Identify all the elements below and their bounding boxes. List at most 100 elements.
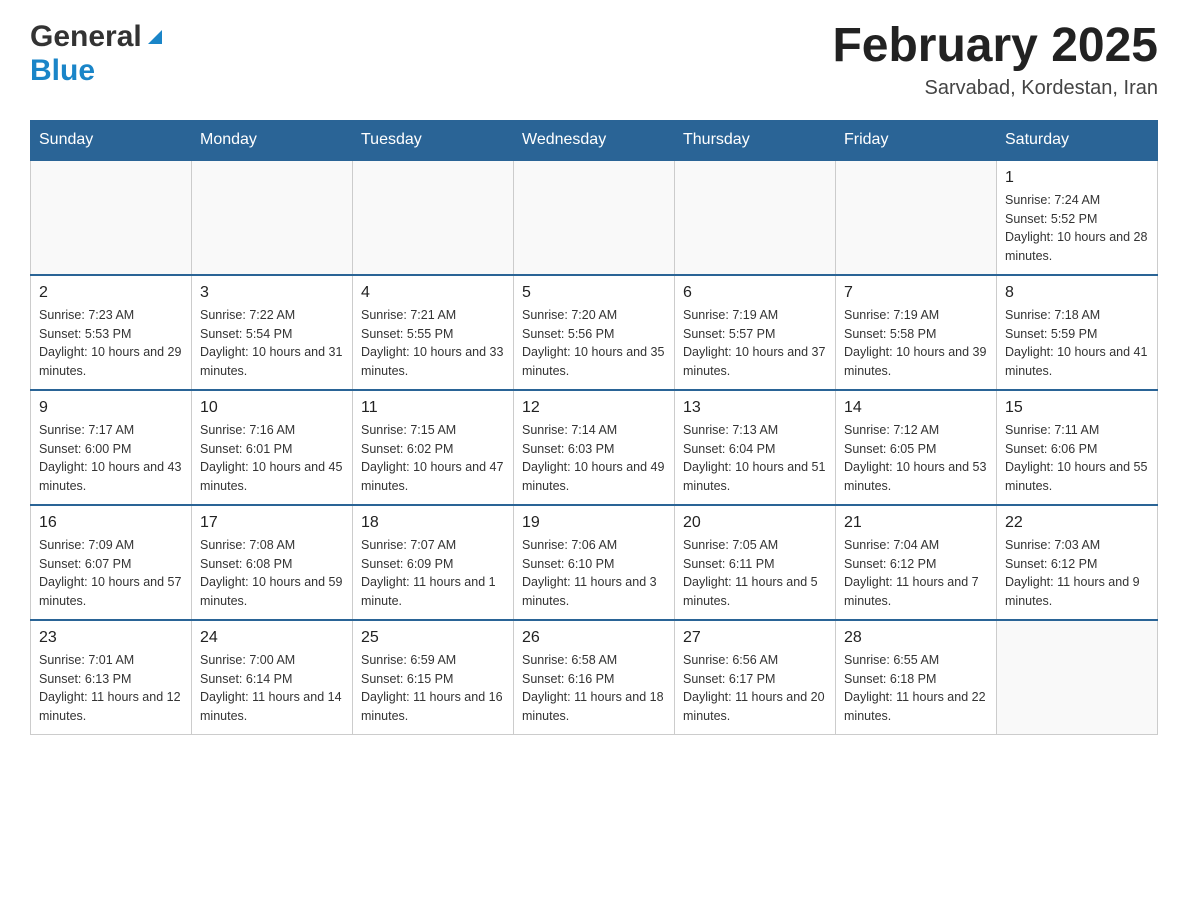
calendar-table: SundayMondayTuesdayWednesdayThursdayFrid…: [30, 120, 1158, 735]
calendar-cell: 14Sunrise: 7:12 AMSunset: 6:05 PMDayligh…: [836, 390, 997, 505]
day-info: Sunrise: 7:20 AMSunset: 5:56 PMDaylight:…: [522, 306, 666, 381]
calendar-cell: 25 Sunrise: 6:59 AMSunset: 6:15 PMDayligh…: [353, 620, 514, 735]
day-info: Sunrise: 7:09 AMSunset: 6:07 PMDaylight:…: [39, 536, 183, 611]
calendar-cell: [997, 620, 1158, 735]
calendar-cell: 8 Sunrise: 7:18 AMSunset: 5:59 PMDaylight…: [997, 275, 1158, 390]
day-number: 3: [200, 284, 344, 302]
day-number: 5: [522, 284, 666, 302]
calendar-cell: 2 Sunrise: 7:23 AMSunset: 5:53 PMDaylight…: [31, 275, 192, 390]
page-header: General Blue February 2025 Sarvabad, Kor…: [30, 20, 1158, 100]
day-number: 24: [200, 629, 344, 647]
calendar-week-row: 1 Sunrise: 7:24 AMSunset: 5:52 PMDaylight…: [31, 160, 1158, 275]
calendar-cell: 26 Sunrise: 6:58 AMSunset: 6:16 PMDayligh…: [514, 620, 675, 735]
calendar-cell: 10 Sunrise: 7:16 AMSunset: 6:01 PMDayligh…: [192, 390, 353, 505]
calendar-week-row: 2 Sunrise: 7:23 AMSunset: 5:53 PMDaylight…: [31, 275, 1158, 390]
day-info: Sunrise: 6:55 AMSunset: 6:18 PMDaylight:…: [844, 651, 988, 726]
day-number: 28: [844, 629, 988, 647]
weekday-header-row: SundayMondayTuesdayWednesdayThursdayFrid…: [31, 120, 1158, 160]
day-number: 21: [844, 514, 988, 532]
day-number: 27: [683, 629, 827, 647]
day-info: Sunrise: 7:16 AMSunset: 6:01 PMDaylight:…: [200, 421, 344, 496]
day-number: 8: [1005, 284, 1149, 302]
day-number: 4: [361, 284, 505, 302]
calendar-cell: 24 Sunrise: 7:00 AMSunset: 6:14 PMDayligh…: [192, 620, 353, 735]
day-number: 9: [39, 399, 183, 417]
day-info: Sunrise: 7:00 AMSunset: 6:14 PMDaylight:…: [200, 651, 344, 726]
day-info: Sunrise: 7:24 AMSunset: 5:52 PMDaylight:…: [1005, 191, 1149, 266]
day-number: 6: [683, 284, 827, 302]
day-info: Sunrise: 7:06 AMSunset: 6:10 PMDaylight:…: [522, 536, 666, 611]
day-number: 14: [844, 399, 988, 417]
day-info: Sunrise: 7:01 AMSunset: 6:13 PMDaylight:…: [39, 651, 183, 726]
logo: General Blue: [30, 20, 162, 88]
day-number: 22: [1005, 514, 1149, 532]
weekday-header-monday: Monday: [192, 120, 353, 160]
day-info: Sunrise: 7:21 AMSunset: 5:55 PMDaylight:…: [361, 306, 505, 381]
calendar-week-row: 16 Sunrise: 7:09 AMSunset: 6:07 PMDayligh…: [31, 505, 1158, 620]
calendar-cell: 3Sunrise: 7:22 AMSunset: 5:54 PMDaylight…: [192, 275, 353, 390]
day-info: Sunrise: 7:18 AMSunset: 5:59 PMDaylight:…: [1005, 306, 1149, 381]
weekday-header-thursday: Thursday: [675, 120, 836, 160]
day-number: 23: [39, 629, 183, 647]
day-number: 25: [361, 629, 505, 647]
day-number: 13: [683, 399, 827, 417]
day-number: 16: [39, 514, 183, 532]
day-number: 26: [522, 629, 666, 647]
day-info: Sunrise: 7:19 AMSunset: 5:58 PMDaylight:…: [844, 306, 988, 381]
day-info: Sunrise: 7:08 AMSunset: 6:08 PMDaylight:…: [200, 536, 344, 611]
calendar-cell: 18Sunrise: 7:07 AMSunset: 6:09 PMDayligh…: [353, 505, 514, 620]
calendar-cell: 17 Sunrise: 7:08 AMSunset: 6:08 PMDayligh…: [192, 505, 353, 620]
logo-triangle-icon: [144, 26, 162, 49]
day-number: 15: [1005, 399, 1149, 417]
day-info: Sunrise: 6:56 AMSunset: 6:17 PMDaylight:…: [683, 651, 827, 726]
day-number: 20: [683, 514, 827, 532]
weekday-header-sunday: Sunday: [31, 120, 192, 160]
calendar-cell: 7 Sunrise: 7:19 AMSunset: 5:58 PMDaylight…: [836, 275, 997, 390]
calendar-cell: [514, 160, 675, 275]
title-block: February 2025 Sarvabad, Kordestan, Iran: [832, 20, 1158, 100]
day-info: Sunrise: 7:07 AMSunset: 6:09 PMDaylight:…: [361, 536, 505, 611]
day-number: 1: [1005, 169, 1149, 187]
calendar-cell: 9 Sunrise: 7:17 AMSunset: 6:00 PMDaylight…: [31, 390, 192, 505]
day-number: 19: [522, 514, 666, 532]
day-info: Sunrise: 7:05 AMSunset: 6:11 PMDaylight:…: [683, 536, 827, 611]
calendar-cell: 15 Sunrise: 7:11 AMSunset: 6:06 PMDayligh…: [997, 390, 1158, 505]
day-info: Sunrise: 7:19 AMSunset: 5:57 PMDaylight:…: [683, 306, 827, 381]
calendar-cell: 13Sunrise: 7:13 AMSunset: 6:04 PMDayligh…: [675, 390, 836, 505]
day-info: Sunrise: 7:15 AMSunset: 6:02 PMDaylight:…: [361, 421, 505, 496]
calendar-cell: 22 Sunrise: 7:03 AMSunset: 6:12 PMDayligh…: [997, 505, 1158, 620]
calendar-cell: 6 Sunrise: 7:19 AMSunset: 5:57 PMDaylight…: [675, 275, 836, 390]
day-info: Sunrise: 7:14 AMSunset: 6:03 PMDaylight:…: [522, 421, 666, 496]
calendar-cell: 12 Sunrise: 7:14 AMSunset: 6:03 PMDayligh…: [514, 390, 675, 505]
calendar-cell: 27 Sunrise: 6:56 AMSunset: 6:17 PMDayligh…: [675, 620, 836, 735]
calendar-week-row: 23 Sunrise: 7:01 AMSunset: 6:13 PMDayligh…: [31, 620, 1158, 735]
calendar-cell: [31, 160, 192, 275]
calendar-cell: [836, 160, 997, 275]
day-number: 12: [522, 399, 666, 417]
day-info: Sunrise: 6:59 AMSunset: 6:15 PMDaylight:…: [361, 651, 505, 726]
calendar-cell: 23 Sunrise: 7:01 AMSunset: 6:13 PMDayligh…: [31, 620, 192, 735]
calendar-header: SundayMondayTuesdayWednesdayThursdayFrid…: [31, 120, 1158, 160]
weekday-header-friday: Friday: [836, 120, 997, 160]
day-number: 11: [361, 399, 505, 417]
day-info: Sunrise: 7:04 AMSunset: 6:12 PMDaylight:…: [844, 536, 988, 611]
day-info: Sunrise: 6:58 AMSunset: 6:16 PMDaylight:…: [522, 651, 666, 726]
calendar-cell: 20 Sunrise: 7:05 AMSunset: 6:11 PMDayligh…: [675, 505, 836, 620]
calendar-cell: 5 Sunrise: 7:20 AMSunset: 5:56 PMDaylight…: [514, 275, 675, 390]
calendar-cell: 16 Sunrise: 7:09 AMSunset: 6:07 PMDayligh…: [31, 505, 192, 620]
calendar-cell: 4 Sunrise: 7:21 AMSunset: 5:55 PMDaylight…: [353, 275, 514, 390]
weekday-header-tuesday: Tuesday: [353, 120, 514, 160]
day-info: Sunrise: 7:23 AMSunset: 5:53 PMDaylight:…: [39, 306, 183, 381]
day-number: 10: [200, 399, 344, 417]
calendar-cell: [192, 160, 353, 275]
calendar-cell: 1 Sunrise: 7:24 AMSunset: 5:52 PMDaylight…: [997, 160, 1158, 275]
day-number: 17: [200, 514, 344, 532]
weekday-header-wednesday: Wednesday: [514, 120, 675, 160]
month-title: February 2025: [832, 20, 1158, 73]
day-info: Sunrise: 7:03 AMSunset: 6:12 PMDaylight:…: [1005, 536, 1149, 611]
day-info: Sunrise: 7:11 AMSunset: 6:06 PMDaylight:…: [1005, 421, 1149, 496]
day-number: 2: [39, 284, 183, 302]
day-number: 7: [844, 284, 988, 302]
day-info: Sunrise: 7:17 AMSunset: 6:00 PMDaylight:…: [39, 421, 183, 496]
location-subtitle: Sarvabad, Kordestan, Iran: [832, 77, 1158, 100]
